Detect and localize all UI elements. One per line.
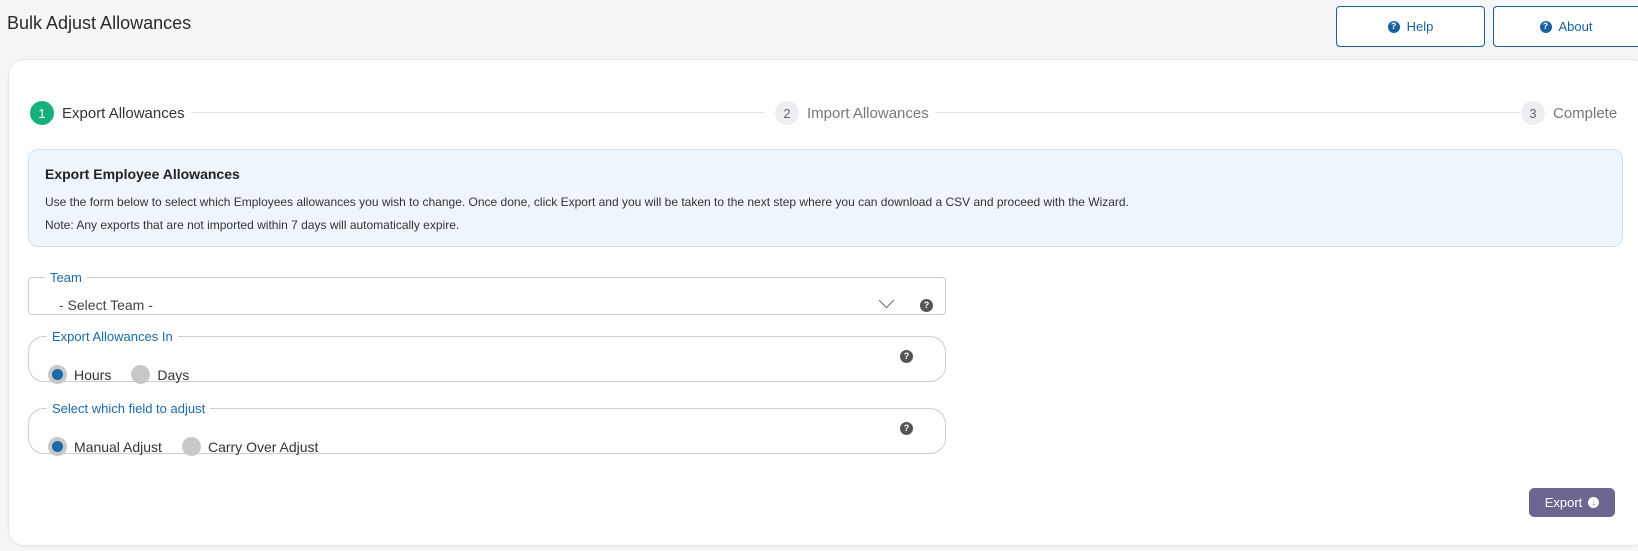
radio-carry-over-adjust[interactable]: Carry Over Adjust	[181, 437, 319, 456]
export-units-label: Export Allowances In	[52, 329, 173, 344]
team-select-value: - Select Team -	[59, 297, 153, 313]
step-label: Complete	[1553, 104, 1618, 122]
radio-days[interactable]: Days	[131, 365, 189, 384]
step-number: 2	[775, 101, 799, 125]
radio-hours[interactable]: Hours	[48, 365, 111, 384]
step-import-allowances: 2 Import Allowances	[775, 101, 935, 125]
download-icon: ↓	[1588, 497, 1600, 508]
step-export-allowances: 1 Export Allowances	[30, 101, 191, 125]
radio-button[interactable]	[181, 437, 201, 456]
info-panel: Export Employee Allowances Use the form …	[28, 149, 1623, 247]
radio-button-selected[interactable]	[48, 437, 67, 456]
radio-days-label: Days	[157, 366, 190, 383]
chevron-down-icon	[878, 292, 895, 309]
adjust-field-group: Select which field to adjust ? Manual Ad…	[28, 401, 946, 456]
info-note: Note: Any exports that are not imported …	[45, 218, 460, 232]
units-radio-row: Hours Days	[48, 365, 209, 384]
radio-manual-adjust-label: Manual Adjust	[74, 438, 162, 455]
question-circle-icon[interactable]: ?	[900, 350, 913, 363]
question-circle-icon[interactable]: ?	[920, 299, 933, 312]
step-connector	[185, 112, 765, 113]
team-select[interactable]: Team - Select Team - ?	[28, 270, 946, 315]
step-number: 1	[30, 101, 54, 125]
adjust-radio-row: Manual Adjust Carry Over Adjust	[48, 437, 338, 456]
step-number: 3	[1521, 101, 1545, 125]
radio-manual-adjust[interactable]: Manual Adjust	[48, 437, 162, 456]
radio-carry-over-adjust-label: Carry Over Adjust	[207, 438, 319, 455]
info-description: Use the form below to select which Emplo…	[45, 195, 1129, 209]
step-label: Import Allowances	[807, 104, 929, 122]
step-complete: 3 Complete	[1521, 101, 1624, 125]
step-label: Export Allowances	[62, 104, 185, 122]
team-label: Team	[50, 270, 82, 285]
radio-hours-label: Hours	[74, 366, 112, 383]
wizard-stepper: 1 Export Allowances 2 Import Allowances …	[0, 0, 1638, 125]
export-button-label: Export	[1544, 495, 1583, 510]
info-title: Export Employee Allowances	[45, 166, 240, 182]
radio-button-selected[interactable]	[48, 365, 67, 384]
export-units-group: Export Allowances In ? Hours Days	[28, 329, 946, 384]
adjust-field-label: Select which field to adjust	[52, 401, 206, 416]
question-circle-icon[interactable]: ?	[900, 422, 913, 435]
step-connector	[932, 112, 1520, 113]
radio-button[interactable]	[131, 365, 151, 384]
export-button[interactable]: Export ↓	[1529, 488, 1615, 517]
